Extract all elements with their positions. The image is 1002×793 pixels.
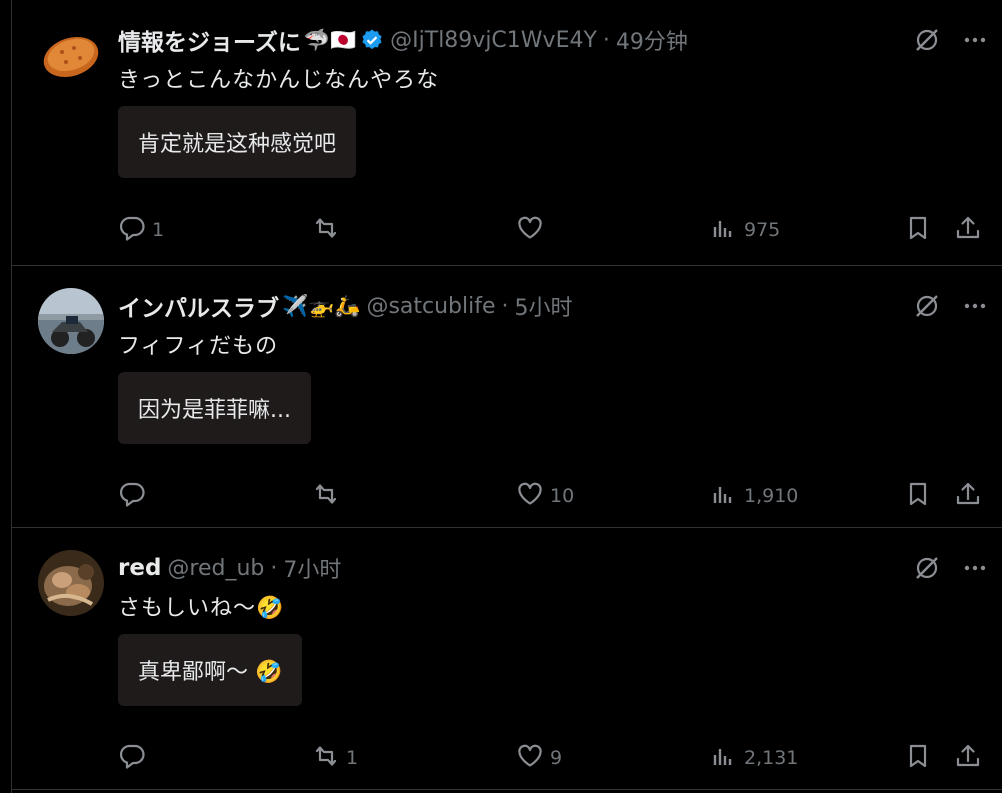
bookmark-button[interactable] [904, 740, 932, 776]
name-emojis: 🦈🇯🇵 [303, 27, 357, 52]
more-icon[interactable] [961, 554, 989, 582]
reply-icon [118, 480, 146, 513]
separator-dot: · [501, 293, 509, 319]
reply-count: 1 [152, 219, 165, 241]
tweet-top-actions [913, 554, 989, 582]
share-icon [954, 480, 982, 513]
retweet-button[interactable] [312, 212, 346, 248]
like-button[interactable]: 10 [516, 478, 574, 514]
views-count: 1,910 [744, 485, 799, 507]
share-button[interactable] [954, 212, 982, 248]
tweet[interactable]: red @red_ub · 7小时 さもしいね〜🤣 真卑鄙啊〜 🤣 1 9 2,… [12, 528, 1002, 790]
display-name[interactable]: red [118, 555, 161, 581]
tweet-header: red @red_ub · 7小时 [118, 552, 341, 584]
views-icon [710, 742, 738, 775]
separator-dot: · [270, 555, 278, 581]
grok-icon[interactable] [913, 26, 941, 54]
retweet-count: 1 [346, 747, 359, 769]
separator-dot: · [602, 27, 610, 53]
translation-box: 真卑鄙啊〜 🤣 [118, 634, 303, 706]
tweet-header: インパルスラブ ✈️🚁🛵 @satcublife · 5小时 [118, 289, 573, 323]
bookmark-icon [904, 214, 932, 247]
tweet-header: 情報をジョーズに 🦈🇯🇵 @IjTl89vjC1WvE4Y · 49分钟 [118, 23, 688, 57]
retweet-button[interactable] [312, 478, 346, 514]
views-count: 2,131 [744, 747, 799, 769]
display-name[interactable]: インパルスラブ [118, 289, 279, 323]
like-count: 9 [550, 747, 563, 769]
more-icon[interactable] [961, 26, 989, 54]
tweet[interactable]: インパルスラブ ✈️🚁🛵 @satcublife · 5小时 フィフィだもの 因… [12, 266, 1002, 528]
like-icon [516, 742, 544, 775]
tweet-actions: 1 9 2,131 [118, 740, 980, 776]
retweet-icon [312, 742, 340, 775]
share-icon [954, 214, 982, 247]
retweet-icon [312, 214, 340, 247]
retweet-icon [312, 480, 340, 513]
bookmark-icon [904, 742, 932, 775]
grok-icon[interactable] [913, 554, 941, 582]
reply-button[interactable] [118, 478, 152, 514]
user-handle[interactable]: @satcublife [366, 294, 495, 319]
views-button[interactable]: 1,910 [710, 478, 798, 514]
grok-icon[interactable] [913, 292, 941, 320]
avatar[interactable] [38, 550, 104, 616]
timestamp[interactable]: 7小时 [283, 552, 341, 584]
display-name[interactable]: 情報をジョーズに [118, 23, 301, 57]
bookmark-button[interactable] [904, 478, 932, 514]
like-button[interactable] [516, 212, 550, 248]
timeline-feed: 情報をジョーズに 🦈🇯🇵 @IjTl89vjC1WvE4Y · 49分钟 きっと… [11, 0, 1002, 793]
bookmark-button[interactable] [904, 212, 932, 248]
translation-box: 因为是菲菲嘛... [118, 372, 311, 444]
tweet-actions: 1 975 [118, 212, 980, 248]
views-button[interactable]: 2,131 [710, 740, 798, 776]
like-count: 10 [550, 485, 575, 507]
verified-badge-icon [360, 28, 384, 52]
translation-box: 肯定就是这种感觉吧 [118, 106, 357, 178]
reply-button[interactable]: 1 [118, 212, 164, 248]
tweet-top-actions [913, 292, 989, 320]
name-emojis: ✈️🚁🛵 [282, 293, 361, 318]
reply-icon [118, 214, 146, 247]
more-icon[interactable] [961, 292, 989, 320]
views-button[interactable]: 975 [710, 212, 780, 248]
tweet-text: きっとこんなかんじなんやろな [118, 68, 440, 93]
tweet-text: フィフィだもの [118, 334, 279, 359]
tweet-top-actions [913, 26, 989, 54]
tweet[interactable]: 情報をジョーズに 🦈🇯🇵 @IjTl89vjC1WvE4Y · 49分钟 きっと… [12, 0, 1002, 266]
avatar[interactable] [38, 22, 104, 88]
like-icon [516, 480, 544, 513]
timestamp[interactable]: 5小时 [515, 290, 573, 322]
views-count: 975 [744, 219, 781, 241]
user-handle[interactable]: @red_ub [167, 556, 264, 581]
views-icon [710, 480, 738, 513]
share-icon [954, 742, 982, 775]
reply-button[interactable] [118, 740, 152, 776]
like-icon [516, 214, 544, 247]
bookmark-icon [904, 480, 932, 513]
retweet-button[interactable]: 1 [312, 740, 358, 776]
timestamp[interactable]: 49分钟 [616, 24, 688, 56]
share-button[interactable] [954, 740, 982, 776]
tweet-actions: 10 1,910 [118, 478, 980, 514]
like-button[interactable]: 9 [516, 740, 562, 776]
share-button[interactable] [954, 478, 982, 514]
reply-icon [118, 742, 146, 775]
views-icon [710, 214, 738, 247]
user-handle[interactable]: @IjTl89vjC1WvE4Y [390, 28, 597, 53]
avatar[interactable] [38, 288, 104, 354]
tweet-text: さもしいね〜🤣 [118, 596, 285, 621]
